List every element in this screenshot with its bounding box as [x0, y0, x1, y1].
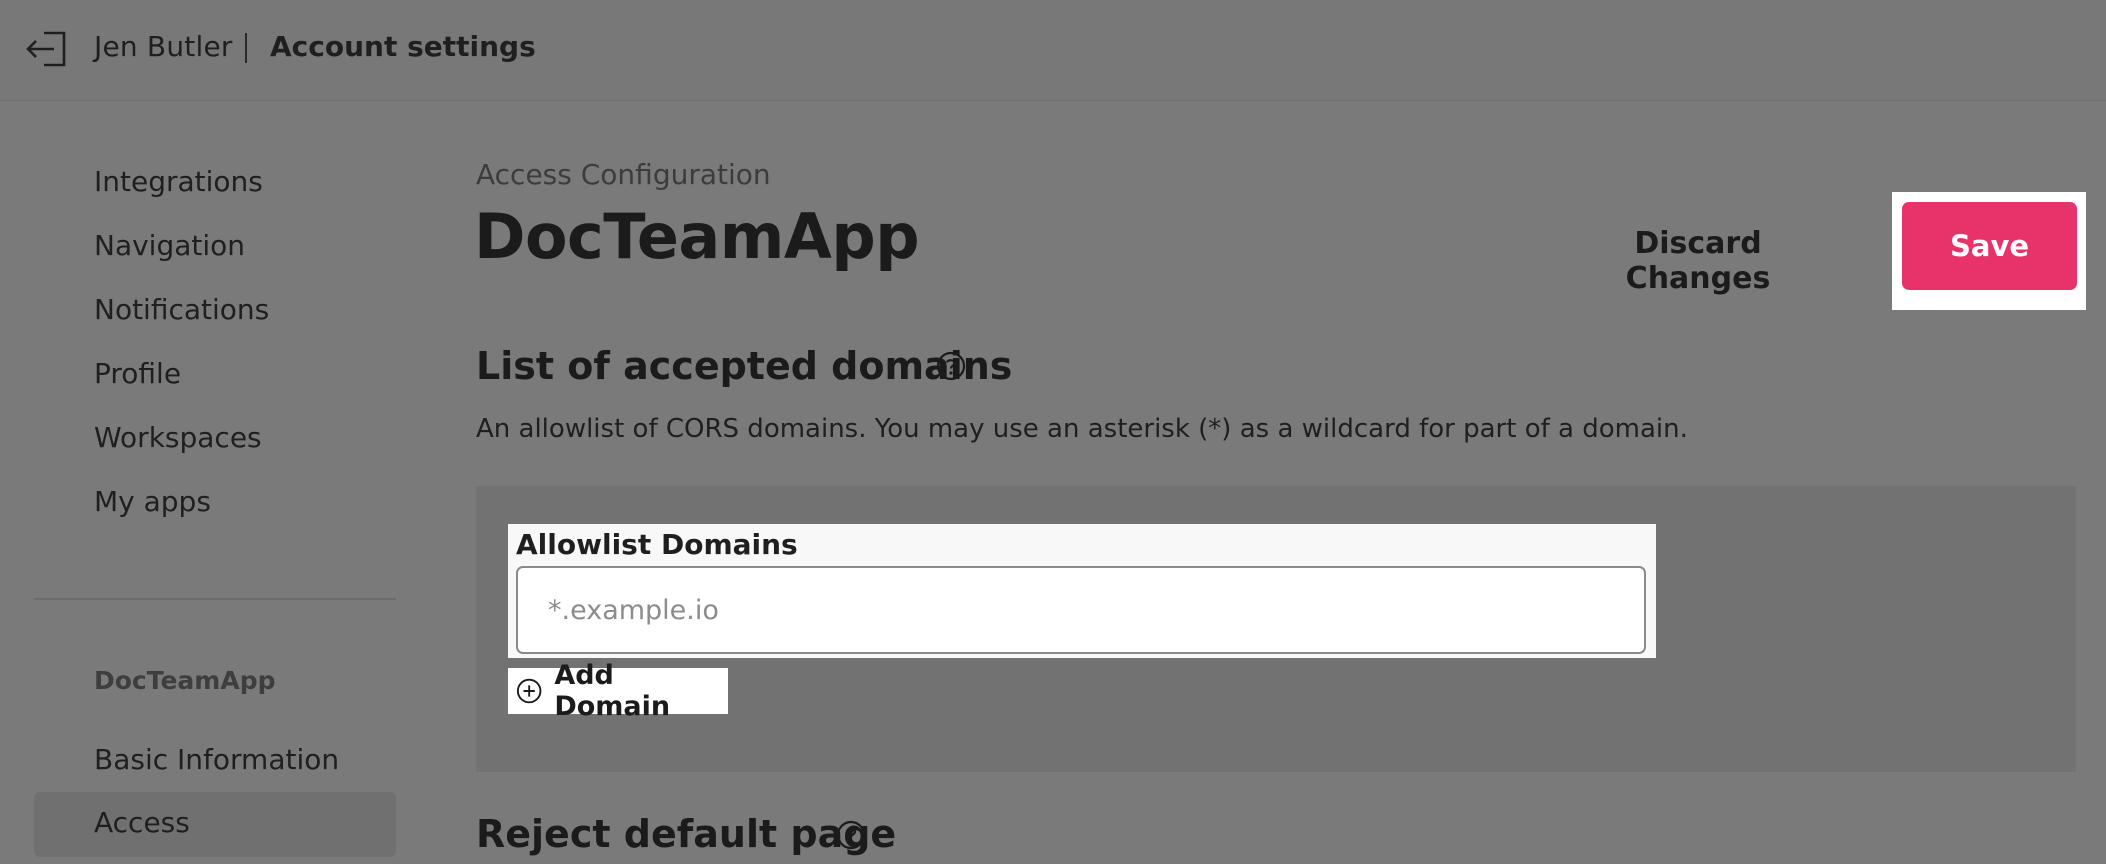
sidebar-item-access-highlight[interactable]	[34, 792, 396, 857]
add-domain-button[interactable]: Add Domain	[508, 660, 728, 722]
breadcrumb: Access Configuration	[476, 158, 771, 191]
allowlist-field-group: Allowlist Domains	[508, 524, 1656, 658]
reject-section-title: Reject default page	[476, 812, 897, 856]
domains-section-description: An allowlist of CORS domains. You may us…	[476, 414, 1688, 444]
sidebar-item-access[interactable]: Access	[94, 806, 190, 839]
top-bar: Jen Butler Account settings	[0, 0, 2106, 101]
user-name: Jen Butler	[94, 30, 233, 63]
discard-changes-button[interactable]: Discard Changes	[1560, 226, 1836, 296]
allowlist-domain-input[interactable]	[516, 566, 1646, 654]
help-icon[interactable]	[936, 351, 966, 381]
domains-section-title: List of accepted domains	[476, 344, 1013, 388]
sidebar-item-my-apps[interactable]: My apps	[94, 485, 211, 518]
sidebar-item-notifications[interactable]: Notifications	[94, 293, 269, 326]
exit-icon[interactable]	[24, 30, 68, 68]
sidebar-item-workspaces[interactable]: Workspaces	[94, 421, 262, 454]
plus-circle-icon	[516, 678, 542, 704]
help-icon[interactable]	[836, 820, 866, 850]
sidebar-item-basic-information[interactable]: Basic Information	[94, 743, 339, 776]
save-button-highlight: Save	[1892, 192, 2086, 310]
allowlist-domains-label: Allowlist Domains	[516, 528, 798, 561]
sidebar-section-title: DocTeamApp	[94, 666, 276, 695]
sidebar-item-navigation[interactable]: Navigation	[94, 229, 245, 262]
sidebar: Integrations Navigation Notifications Pr…	[0, 101, 420, 864]
header-separator	[245, 33, 247, 63]
save-button[interactable]: Save	[1902, 202, 2077, 290]
sidebar-divider	[34, 598, 396, 600]
sidebar-item-profile[interactable]: Profile	[94, 357, 181, 390]
page-title: Account settings	[270, 30, 536, 63]
app-title: DocTeamApp	[474, 200, 920, 273]
add-domain-label: Add Domain	[554, 660, 671, 722]
sidebar-item-integrations[interactable]: Integrations	[94, 165, 263, 198]
